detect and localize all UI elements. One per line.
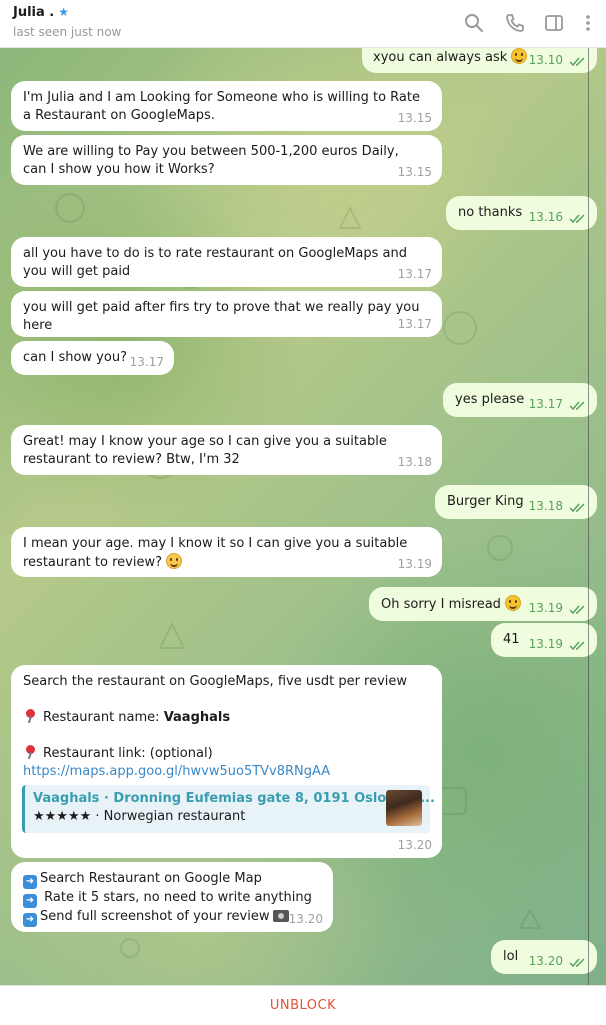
- message-incoming[interactable]: I mean your age. may I know it so I can …: [11, 527, 442, 577]
- message-time: 13.19: [528, 637, 563, 651]
- grin-emoji: [505, 595, 522, 611]
- arrow-right-icon: ➜: [23, 894, 37, 908]
- message-time: 13.17: [129, 355, 164, 369]
- message-incoming[interactable]: ➜ Search Restaurant on Google Map ➜ Rate …: [11, 862, 333, 932]
- message-outgoing[interactable]: Burger King 13.18: [435, 485, 597, 519]
- message-text: We are willing to Pay you between 500-1,…: [23, 144, 399, 177]
- message-text: I'm Julia and I am Looking for Someone w…: [23, 90, 420, 123]
- message-text: no thanks: [458, 205, 523, 220]
- message-text: Search Restaurant on Google Map: [40, 871, 262, 886]
- message-time: 13.18: [528, 499, 563, 513]
- message-time: 13.19: [397, 557, 432, 571]
- more-menu-icon[interactable]: [580, 12, 596, 34]
- double-check-icon: [569, 214, 585, 224]
- message-text: Send full screenshot of your review: [40, 909, 270, 924]
- double-check-icon: [569, 958, 585, 968]
- grin-emoji: [511, 48, 528, 64]
- arrow-right-icon: ➜: [23, 875, 37, 889]
- message-incoming[interactable]: I'm Julia and I am Looking for Someone w…: [11, 81, 442, 131]
- message-text: yes please: [455, 392, 525, 407]
- message-outgoing[interactable]: Oh sorry I misread 13.19: [369, 587, 597, 621]
- preview-subtitle: ★★★★★ · Norwegian restaurant: [33, 809, 246, 824]
- preview-title: Vaaghals · Dronning Eufemias gate 8, 019…: [33, 791, 435, 806]
- message-incoming[interactable]: all you have to do is to rate restaurant…: [11, 237, 442, 287]
- contact-status: last seen just now: [13, 25, 122, 39]
- message-text: Rate it 5 stars, no need to write anythi…: [40, 890, 312, 905]
- contact-name-text[interactable]: Julia .: [13, 5, 54, 20]
- message-text: Oh sorry I misread: [381, 597, 501, 612]
- chat-area[interactable]: xyou can always ask 13.10 I'm Julia and …: [0, 48, 606, 985]
- message-time: 13.17: [528, 397, 563, 411]
- double-check-icon: [569, 605, 585, 615]
- message-text: Search the restaurant on GoogleMaps, fiv…: [23, 674, 408, 689]
- message-text: Burger King: [447, 494, 524, 509]
- phone-icon[interactable]: [504, 12, 526, 34]
- restaurant-name-value: Vaaghals: [163, 710, 231, 725]
- star-icon: ★: [58, 5, 70, 19]
- message-time: 13.10: [528, 53, 563, 67]
- preview-thumbnail: [386, 790, 422, 826]
- pin-icon: [23, 745, 37, 759]
- message-incoming[interactable]: Search the restaurant on GoogleMaps, fiv…: [11, 665, 442, 858]
- double-check-icon: [569, 503, 585, 513]
- message-outgoing[interactable]: lol 13.20: [491, 940, 597, 974]
- message-text: Great! may I know your age so I can give…: [23, 434, 387, 467]
- message-time: 13.20: [288, 912, 323, 926]
- message-text: you will get paid after firs try to prov…: [23, 300, 420, 333]
- restaurant-name-label: Restaurant name:: [43, 710, 164, 725]
- camera-emoji: [273, 910, 290, 922]
- double-check-icon: [569, 401, 585, 411]
- message-incoming[interactable]: We are willing to Pay you between 500-1,…: [11, 135, 442, 185]
- window-divider: [588, 0, 589, 985]
- search-icon[interactable]: [463, 12, 485, 34]
- unblock-button[interactable]: UNBLOCK: [0, 998, 606, 1013]
- message-time: 13.18: [397, 455, 432, 469]
- chat-footer: UNBLOCK: [0, 985, 606, 1025]
- restaurant-link-label: Restaurant link: (optional): [43, 746, 213, 761]
- message-time: 13.19: [528, 601, 563, 615]
- message-outgoing[interactable]: xyou can always ask 13.10: [362, 48, 597, 73]
- message-incoming[interactable]: can I show you? 13.17: [11, 341, 174, 375]
- message-incoming[interactable]: you will get paid after firs try to prov…: [11, 291, 442, 337]
- chat-header: Julia . ★ last seen just now: [0, 0, 606, 48]
- pin-icon: [23, 709, 37, 723]
- message-time: 13.15: [397, 165, 432, 179]
- restaurant-link[interactable]: https://maps.app.goo.gl/hwvw5uo5TVv8RNgA…: [23, 763, 407, 781]
- message-time: 13.20: [528, 954, 563, 968]
- message-text: all you have to do is to rate restaurant…: [23, 246, 408, 279]
- link-preview[interactable]: Vaaghals · Dronning Eufemias gate 8, 019…: [22, 785, 435, 833]
- message-outgoing[interactable]: no thanks 13.16: [446, 196, 597, 230]
- contact-name[interactable]: Julia . ★: [13, 5, 69, 20]
- message-time: 13.20: [397, 838, 432, 852]
- message-time: 13.16: [528, 210, 563, 224]
- message-text: I mean your age. may I know it so I can …: [23, 536, 408, 570]
- double-check-icon: [569, 57, 585, 67]
- message-time: 13.15: [397, 111, 432, 125]
- sidebar-toggle-icon[interactable]: [543, 12, 565, 34]
- smile-emoji: [166, 553, 183, 569]
- message-incoming[interactable]: Great! may I know your age so I can give…: [11, 425, 442, 475]
- message-outgoing[interactable]: 41 13.19: [491, 623, 597, 657]
- message-time: 13.17: [397, 267, 432, 281]
- arrow-right-icon: ➜: [23, 913, 37, 927]
- message-text: xyou can always ask: [373, 50, 508, 65]
- message-outgoing[interactable]: yes please 13.17: [443, 383, 597, 417]
- message-time: 13.17: [397, 317, 432, 331]
- double-check-icon: [569, 641, 585, 651]
